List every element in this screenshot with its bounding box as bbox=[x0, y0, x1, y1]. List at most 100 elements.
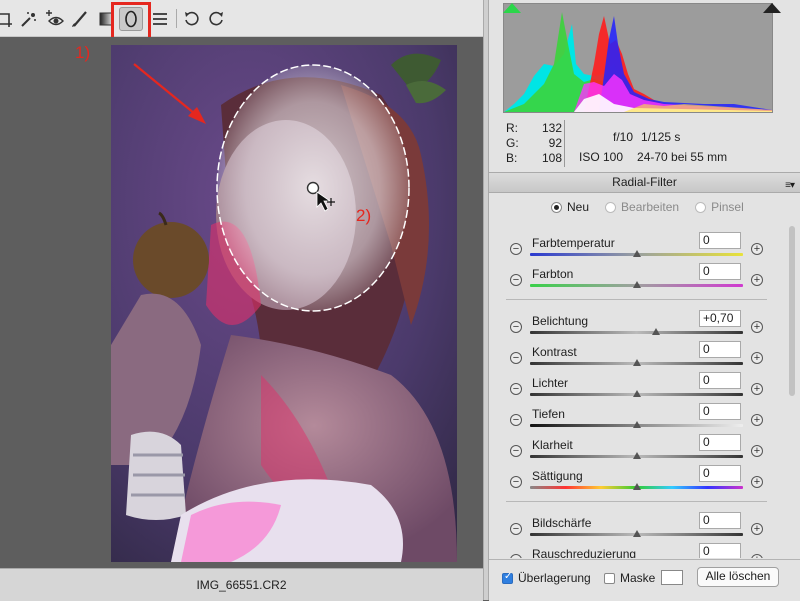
decrease-icon[interactable]: − bbox=[510, 321, 522, 333]
slider-value-field[interactable]: 0 bbox=[699, 543, 741, 558]
mode-radio-2[interactable]: Pinsel bbox=[695, 200, 744, 214]
panel-footer: Überlagerung Maske Alle löschen bbox=[489, 559, 800, 601]
toolbar bbox=[0, 0, 483, 37]
red-eye-icon[interactable] bbox=[42, 7, 65, 30]
slider-value-field[interactable]: +0,70 bbox=[699, 310, 741, 327]
mode-label: Pinsel bbox=[711, 200, 744, 214]
decrease-icon[interactable]: − bbox=[510, 243, 522, 255]
slider-label: Lichter bbox=[532, 376, 569, 390]
slider-value-field[interactable]: 0 bbox=[699, 372, 741, 389]
slider-row: − Belichtung +0,70 + bbox=[489, 310, 789, 340]
slider-row: − Farbtemperatur 0 + bbox=[489, 232, 789, 262]
rgb-readout: R: 132 G: 92 B: 108 bbox=[506, 121, 562, 166]
slider-value-field[interactable]: 0 bbox=[699, 232, 741, 249]
adjustment-brush-icon[interactable] bbox=[68, 7, 91, 30]
increase-icon[interactable]: + bbox=[751, 476, 763, 488]
panel-menu-icon[interactable]: ≡▾ bbox=[785, 176, 795, 195]
g-value: 92 bbox=[548, 136, 562, 150]
panel-scrollbar[interactable] bbox=[788, 226, 797, 554]
slider-label: Farbtemperatur bbox=[532, 236, 615, 250]
list-icon[interactable] bbox=[148, 7, 171, 30]
decrease-icon[interactable]: − bbox=[510, 414, 522, 426]
slider-value-field[interactable]: 0 bbox=[699, 403, 741, 420]
decrease-icon[interactable]: − bbox=[510, 352, 522, 364]
shadow-clipping-icon[interactable] bbox=[503, 3, 521, 13]
decrease-icon[interactable]: − bbox=[510, 383, 522, 395]
clear-all-button[interactable]: Alle löschen bbox=[697, 567, 779, 587]
increase-icon[interactable]: + bbox=[751, 274, 763, 286]
increase-icon[interactable]: + bbox=[751, 414, 763, 426]
slider-value-field[interactable]: 0 bbox=[699, 512, 741, 529]
slider-track[interactable] bbox=[530, 331, 743, 334]
r-value: 132 bbox=[541, 121, 562, 135]
group-separator bbox=[506, 299, 767, 300]
slider-handle[interactable] bbox=[632, 390, 641, 397]
slider-row: − Bildschärfe 0 + bbox=[489, 512, 789, 542]
decrease-icon[interactable]: − bbox=[510, 523, 522, 535]
mask-checkbox[interactable]: Maske bbox=[604, 571, 655, 585]
slider-handle[interactable] bbox=[632, 281, 641, 288]
b-label: B: bbox=[506, 151, 518, 165]
mode-radio-0[interactable]: Neu bbox=[551, 200, 589, 214]
decrease-icon[interactable]: − bbox=[510, 554, 522, 558]
spot-removal-icon[interactable] bbox=[17, 7, 40, 30]
slider-handle[interactable] bbox=[632, 250, 641, 257]
exif-info: f/10 1/125 s ISO 100 24-70 bei 55 mm bbox=[579, 127, 779, 167]
slider-list: − Farbtemperatur 0 + − Farbton 0 + − Belichtung +0… bbox=[489, 225, 800, 558]
annotation-label-1: 1) bbox=[75, 43, 91, 62]
slider-label: Klarheit bbox=[532, 438, 573, 452]
slider-row: − Tiefen 0 + bbox=[489, 403, 789, 433]
radio-dot[interactable] bbox=[695, 201, 707, 213]
shutter: 1/125 s bbox=[641, 130, 681, 144]
slider-handle[interactable] bbox=[632, 452, 641, 459]
panel-title: Radial-Filter bbox=[612, 175, 677, 189]
slider-value-field[interactable]: 0 bbox=[699, 263, 741, 280]
slider-row: − Sättigung 0 + bbox=[489, 465, 789, 495]
mode-label: Neu bbox=[567, 200, 590, 214]
radio-dot[interactable] bbox=[551, 201, 562, 213]
mode-label: Bearbeiten bbox=[621, 200, 680, 214]
decrease-icon[interactable]: − bbox=[510, 274, 522, 286]
slider-value-field[interactable]: 0 bbox=[699, 341, 741, 358]
slider-label: Sättigung bbox=[532, 469, 583, 483]
slider-value-field[interactable]: 0 bbox=[699, 465, 741, 482]
slider-value-field[interactable]: 0 bbox=[699, 434, 741, 451]
slider-handle[interactable] bbox=[651, 328, 660, 335]
increase-icon[interactable]: + bbox=[751, 321, 763, 333]
decrease-icon[interactable]: − bbox=[510, 476, 522, 488]
highlight-clipping-icon[interactable] bbox=[763, 3, 781, 13]
increase-icon[interactable]: + bbox=[751, 243, 763, 255]
toolbar-separator bbox=[176, 9, 177, 28]
rotate-left-icon[interactable] bbox=[180, 7, 203, 30]
decrease-icon[interactable]: − bbox=[510, 445, 522, 457]
slider-label: Tiefen bbox=[532, 407, 565, 421]
annotation-label-2: 2) bbox=[356, 206, 372, 225]
increase-icon[interactable]: + bbox=[751, 523, 763, 535]
slider-label: Kontrast bbox=[532, 345, 577, 359]
mask-checkbox-box[interactable] bbox=[604, 572, 615, 584]
scrollbar-thumb[interactable] bbox=[789, 226, 795, 396]
slider-handle[interactable] bbox=[632, 483, 641, 490]
increase-icon[interactable]: + bbox=[751, 554, 763, 558]
lens: 24-70 bei 55 mm bbox=[637, 150, 728, 164]
overlay-checkbox[interactable]: Überlagerung bbox=[502, 571, 591, 585]
crop-icon[interactable] bbox=[0, 7, 15, 30]
slider-row: − Rauschreduzierung 0 + bbox=[489, 543, 789, 558]
histogram bbox=[503, 3, 773, 113]
mask-color-swatch[interactable] bbox=[661, 570, 683, 585]
iso: ISO 100 bbox=[579, 150, 624, 164]
increase-icon[interactable]: + bbox=[751, 352, 763, 364]
slider-handle[interactable] bbox=[632, 530, 641, 537]
slider-row: − Klarheit 0 + bbox=[489, 434, 789, 464]
slider-handle[interactable] bbox=[632, 359, 641, 366]
b-value: 108 bbox=[541, 151, 562, 165]
mode-radio-1[interactable]: Bearbeiten bbox=[605, 200, 679, 214]
radio-dot[interactable] bbox=[605, 201, 617, 213]
slider-label: Rauschreduzierung bbox=[532, 547, 637, 558]
rotate-right-icon[interactable] bbox=[204, 7, 227, 30]
slider-handle[interactable] bbox=[632, 421, 641, 428]
r-label: R: bbox=[506, 121, 518, 135]
increase-icon[interactable]: + bbox=[751, 383, 763, 395]
overlay-checkbox-box[interactable] bbox=[502, 571, 513, 584]
increase-icon[interactable]: + bbox=[751, 445, 763, 457]
